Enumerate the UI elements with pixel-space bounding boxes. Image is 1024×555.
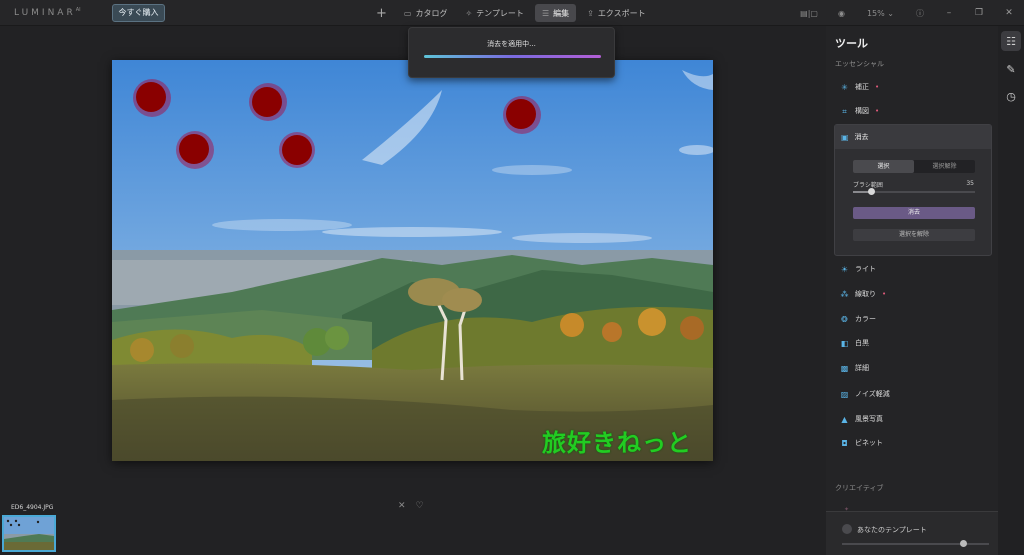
luminar-window: LUMINARAI 今すぐ購入 + ▭ カタログ ✧ テンプレート ☰ 編集 ⇪ エクス… bbox=[0, 0, 1024, 555]
minimize-icon[interactable]: – bbox=[934, 8, 964, 18]
selection-mode-toggle: 選択 選択解除 bbox=[853, 160, 975, 173]
mode-tabs: + ▭ カタログ ✧ テンプレート ☰ 編集 ⇪ エクスポート bbox=[370, 4, 653, 22]
brush-icon[interactable]: ✎ bbox=[1001, 59, 1021, 79]
details-icon: ▩ bbox=[840, 363, 849, 373]
crop-icon: ⌗ bbox=[842, 106, 847, 116]
watermark-text: 旅好きねっと bbox=[542, 429, 692, 457]
tool-noise-reduction[interactable]: ▨ ノイズ軽減 bbox=[835, 384, 995, 404]
tool-color[interactable]: ❂ カラー bbox=[835, 309, 995, 329]
landscape-photo bbox=[112, 60, 713, 461]
tool-structure[interactable]: ⁂ 線取り • bbox=[835, 284, 995, 304]
tool-crop[interactable]: ⌗ 構図 • bbox=[835, 101, 995, 121]
tool-bw[interactable]: ◧ 白黒 bbox=[835, 333, 995, 353]
template-toggle[interactable] bbox=[842, 524, 852, 534]
template-amount-slider[interactable] bbox=[842, 540, 989, 547]
sun-icon: ☀ bbox=[840, 264, 849, 274]
template-label: あなたのテンプレート bbox=[857, 526, 927, 534]
select-mode-button[interactable]: 選択 bbox=[853, 160, 914, 173]
vignette-icon: ◘ bbox=[841, 438, 848, 448]
top-bar: LUMINARAI 今すぐ購入 + ▭ カタログ ✧ テンプレート ☰ 編集 ⇪ エクス… bbox=[0, 0, 1024, 26]
buy-now-button[interactable]: 今すぐ購入 bbox=[112, 4, 165, 22]
add-icon[interactable]: + bbox=[370, 6, 393, 21]
bw-icon: ◧ bbox=[840, 338, 849, 348]
landscape-icon: ▲ bbox=[841, 414, 848, 424]
eraser-icon: ▣ bbox=[841, 132, 849, 142]
structure-icon: ⁂ bbox=[840, 289, 849, 299]
tool-enhance[interactable]: ✳ 補正 • bbox=[835, 77, 995, 97]
erase-tool-header[interactable]: ▣ 消去 bbox=[835, 125, 991, 149]
erase-tool-card: ▣ 消去 選択 選択解除 ブラシ範囲 35 消去 選択を解除 bbox=[834, 124, 992, 256]
heart-icon[interactable]: ♡ bbox=[416, 501, 424, 511]
brush-size-slider[interactable] bbox=[853, 188, 975, 195]
template-slider-knob[interactable] bbox=[959, 540, 967, 547]
modified-dot: • bbox=[882, 290, 887, 298]
brush-size-value: 35 bbox=[966, 180, 974, 187]
sliders-icon[interactable]: ☷ bbox=[1001, 31, 1021, 51]
tool-vignette[interactable]: ◘ ビネット bbox=[835, 433, 995, 453]
share-icon: ⇪ bbox=[587, 8, 594, 18]
section-creative: クリエイティブ bbox=[835, 484, 884, 492]
tool-light[interactable]: ☀ ライト bbox=[835, 259, 995, 279]
color-icon: ❂ bbox=[841, 314, 848, 324]
tools-panel: ツール エッセンシャル ✳ 補正 • ⌗ 構図 • ▣ 消去 選択 選択解除 ブラシ… bbox=[826, 26, 998, 555]
restore-icon[interactable]: ❐ bbox=[964, 8, 994, 18]
thumbnail[interactable] bbox=[2, 515, 56, 552]
magic-wand-icon: ✧ bbox=[465, 8, 473, 18]
your-template-bar: あなたのテンプレート bbox=[826, 511, 998, 555]
clear-selection-button[interactable]: 選択を解除 bbox=[853, 229, 975, 241]
tool-landscape[interactable]: ▲ 風景写真 bbox=[835, 409, 995, 429]
tool-details[interactable]: ▩ 詳細 bbox=[835, 358, 995, 378]
progress-fill bbox=[424, 55, 601, 58]
tab-templates[interactable]: ✧ テンプレート bbox=[458, 4, 530, 22]
folder-icon: ▭ bbox=[403, 8, 412, 18]
brush-slider-knob[interactable] bbox=[868, 188, 876, 195]
icon-rail: ☷ ✎ ◷ bbox=[998, 26, 1024, 555]
panel-title: ツール bbox=[835, 37, 868, 50]
modified-dot: • bbox=[875, 107, 880, 115]
progress-toast: 消去を適用中... bbox=[408, 27, 615, 78]
modified-dot: • bbox=[875, 83, 880, 91]
progress-text: 消去を適用中... bbox=[487, 40, 536, 48]
noise-icon: ▨ bbox=[840, 389, 849, 399]
sliders-icon: ☰ bbox=[541, 8, 550, 18]
filename-label: ED6_4904.JPG bbox=[11, 504, 54, 511]
tab-catalog[interactable]: ▭ カタログ bbox=[397, 4, 455, 22]
progress-bar bbox=[424, 55, 601, 58]
window-controls: ▤|▢ ◉ 15% ⌄ ⓘ – ❐ ✕ bbox=[790, 0, 1024, 26]
eye-icon[interactable]: ◉ bbox=[828, 9, 855, 18]
app-logo: LUMINARAI bbox=[14, 7, 81, 18]
deselect-mode-button[interactable]: 選択解除 bbox=[914, 160, 975, 173]
photo-canvas[interactable]: 旅好きねっと bbox=[112, 60, 713, 461]
tab-edit[interactable]: ☰ 編集 bbox=[534, 4, 577, 22]
history-icon[interactable]: ◷ bbox=[1001, 86, 1021, 106]
compare-icon[interactable]: ▤|▢ bbox=[790, 9, 828, 18]
tab-export[interactable]: ⇪ エクスポート bbox=[580, 4, 652, 22]
brush-size-label: ブラシ範囲 bbox=[853, 182, 883, 189]
close-icon[interactable]: ✕ bbox=[994, 8, 1024, 18]
sparkle-icon: ✳ bbox=[841, 82, 848, 92]
filmstrip-tools: ✕ ♡ bbox=[398, 501, 424, 511]
reject-icon[interactable]: ✕ bbox=[398, 501, 406, 511]
section-essentials: エッセンシャル bbox=[835, 60, 884, 68]
thumbnail-image bbox=[4, 517, 54, 550]
info-icon[interactable]: ⓘ bbox=[906, 8, 934, 19]
erase-button[interactable]: 消去 bbox=[853, 207, 975, 219]
zoom-select[interactable]: 15% ⌄ bbox=[855, 9, 906, 18]
